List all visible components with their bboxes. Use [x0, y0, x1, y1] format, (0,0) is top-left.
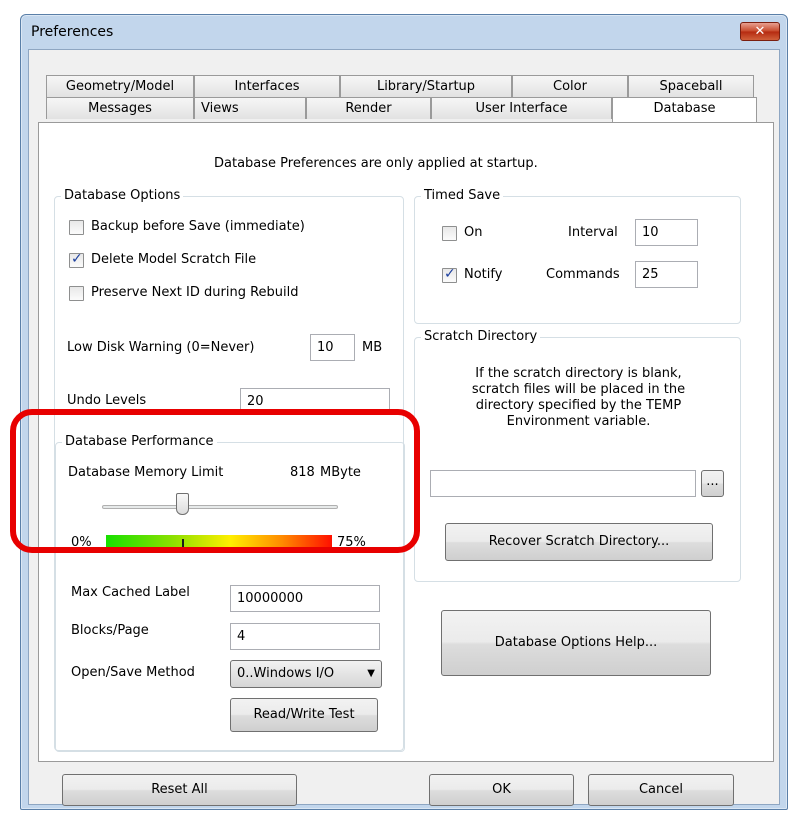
tab-database[interactable]: Database — [612, 97, 757, 122]
timed-save-title: Timed Save — [421, 188, 504, 203]
title-bar[interactable]: Preferences ✕ — [21, 15, 787, 49]
browse-button[interactable]: ... — [701, 470, 724, 497]
tab-messages[interactable]: Messages — [46, 97, 194, 119]
tab-color[interactable]: Color — [512, 75, 628, 97]
interval-label: Interval — [568, 225, 618, 240]
tab-user-interface[interactable]: User Interface — [431, 97, 612, 119]
tab-spaceball[interactable]: Spaceball — [628, 75, 754, 97]
memory-limit-slider-thumb[interactable] — [176, 493, 190, 515]
undo-levels-input[interactable]: 20 — [240, 388, 390, 415]
close-icon: ✕ — [754, 24, 766, 39]
scratch-directory-title: Scratch Directory — [421, 329, 541, 344]
low-disk-warning-input[interactable]: 10 — [310, 334, 355, 361]
database-performance-title: Database Performance — [62, 434, 217, 449]
undo-levels-label: Undo Levels — [67, 393, 147, 408]
open-save-method-label: Open/Save Method — [71, 665, 195, 680]
backup-before-save-label: Backup before Save (immediate) — [91, 219, 305, 234]
gauge-max-label: 75% — [337, 535, 366, 550]
startup-notice: Database Preferences are only applied at… — [214, 156, 538, 171]
memory-usage-marker — [181, 539, 184, 547]
tab-render[interactable]: Render — [306, 97, 431, 119]
database-options-group: Database Options Backup before Save (imm… — [54, 188, 405, 752]
blocks-page-input[interactable]: 4 — [230, 623, 380, 650]
recover-scratch-directory-button[interactable]: Recover Scratch Directory... — [445, 523, 713, 561]
ok-button[interactable]: OK — [429, 774, 574, 806]
timed-save-group: Timed Save On Interval 10 Notify Command… — [414, 188, 741, 324]
backup-before-save-checkbox[interactable] — [69, 220, 84, 235]
delete-scratch-label: Delete Model Scratch File — [91, 252, 257, 267]
preserve-next-id-checkbox[interactable] — [69, 286, 84, 301]
commands-label: Commands — [546, 267, 620, 282]
tab-geometry-model[interactable]: Geometry/Model — [46, 75, 194, 97]
memory-limit-unit: MByte — [320, 465, 361, 480]
tab-interfaces[interactable]: Interfaces — [194, 75, 340, 97]
blocks-page-label: Blocks/Page — [71, 623, 149, 638]
close-button[interactable]: ✕ — [740, 22, 780, 41]
commands-input[interactable]: 25 — [635, 261, 698, 288]
memory-limit-slider-track[interactable] — [102, 505, 338, 509]
database-performance-group: Database Performance Database Memory Lim… — [55, 434, 405, 752]
scratch-info-line: Environment variable. — [506, 414, 651, 429]
low-disk-unit: MB — [362, 340, 383, 355]
memory-usage-gradient-bar — [106, 535, 332, 553]
scratch-info-line: scratch files will be placed in the — [471, 382, 686, 397]
gauge-min-label: 0% — [71, 535, 92, 550]
timed-save-on-label: On — [464, 225, 483, 240]
cancel-button[interactable]: Cancel — [588, 774, 734, 806]
window-title: Preferences — [31, 24, 114, 40]
database-tab-panel: Database Preferences are only applied at… — [38, 122, 774, 762]
reset-all-button[interactable]: Reset All — [62, 774, 297, 806]
scratch-directory-info: If the scratch directory is blank, scrat… — [415, 366, 742, 430]
database-options-help-button[interactable]: Database Options Help... — [441, 610, 711, 676]
delete-scratch-checkbox[interactable] — [69, 251, 84, 268]
scratch-info-line: If the scratch directory is blank, — [475, 366, 682, 381]
open-save-method-select[interactable]: 0..Windows I/O ▼ — [230, 660, 382, 688]
scratch-directory-input[interactable] — [430, 470, 696, 497]
preferences-window: Preferences ✕ Geometry/Model Interfaces … — [20, 14, 788, 810]
scratch-info-line: directory specified by the TEMP — [475, 398, 682, 413]
read-write-test-button[interactable]: Read/Write Test — [230, 698, 378, 732]
timed-save-on-checkbox[interactable] — [442, 226, 457, 241]
tab-views[interactable]: Views — [194, 97, 306, 119]
interval-input[interactable]: 10 — [635, 219, 698, 246]
dialog-client: Geometry/Model Interfaces Library/Startu… — [28, 49, 780, 806]
max-cached-label: Max Cached Label — [71, 585, 190, 600]
chevron-down-icon: ▼ — [367, 668, 375, 679]
low-disk-warning-label: Low Disk Warning (0=Never) — [67, 340, 255, 355]
timed-save-notify-label: Notify — [464, 267, 503, 282]
scratch-directory-group: Scratch Directory If the scratch directo… — [414, 329, 742, 582]
memory-limit-value: 818 — [290, 465, 315, 480]
database-options-title: Database Options — [61, 188, 184, 203]
preserve-next-id-label: Preserve Next ID during Rebuild — [91, 285, 299, 300]
timed-save-notify-checkbox[interactable] — [442, 266, 457, 283]
open-save-method-value: 0..Windows I/O — [237, 666, 335, 681]
tab-library-startup[interactable]: Library/Startup — [340, 75, 512, 97]
max-cached-input[interactable]: 10000000 — [230, 585, 380, 612]
memory-limit-label: Database Memory Limit — [68, 465, 224, 480]
